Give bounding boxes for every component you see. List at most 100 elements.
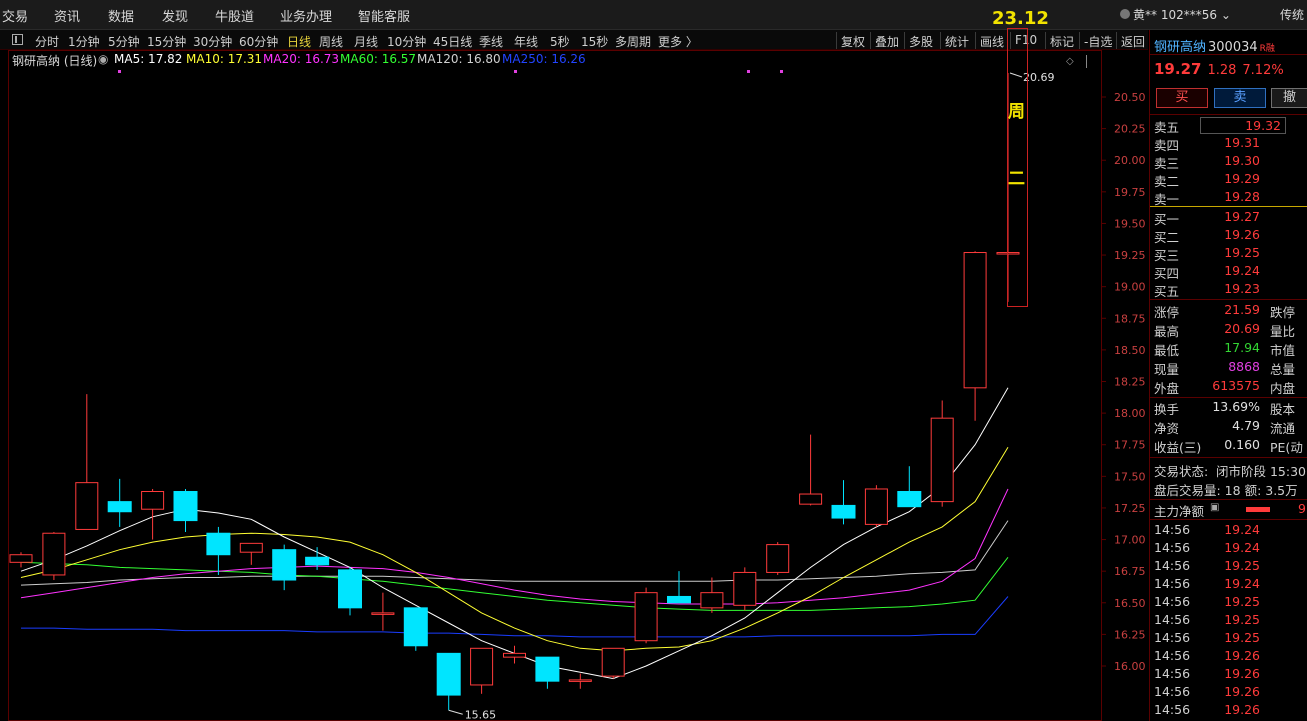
tick-price: 19.26 <box>1224 648 1260 663</box>
ask-row[interactable]: 卖一 19.28 <box>1150 189 1307 207</box>
tool-button-2[interactable]: 多股 <box>904 32 937 49</box>
candle-body-down <box>535 656 560 682</box>
tick-price: 19.24 <box>1224 576 1260 591</box>
tool-button-0[interactable]: 复权 <box>836 32 869 49</box>
tick-row[interactable]: 14:56 19.26 <box>1150 684 1307 702</box>
stat-row[interactable]: 收益(三) 0.160 PE(动 <box>1150 437 1307 455</box>
chart-frame <box>8 50 1102 721</box>
period-tab-5[interactable]: 60分钟 <box>239 33 278 50</box>
stat-row[interactable]: 换手 13.69% 股本 <box>1150 399 1307 417</box>
candle-body-up <box>470 647 494 686</box>
tick-row[interactable]: 14:56 19.26 <box>1150 666 1307 684</box>
bid-row[interactable]: 买三 19.25 <box>1150 245 1307 263</box>
main-flow-row[interactable]: 主力净额 ▣ 9 <box>1150 501 1307 519</box>
tick-row[interactable]: 14:56 19.25 <box>1150 630 1307 648</box>
tool-button-7[interactable]: -自选 <box>1079 32 1116 49</box>
tool-button-4[interactable]: 画线 <box>975 32 1008 49</box>
period-tab-8[interactable]: 月线 <box>354 33 378 50</box>
ma10-line <box>20 447 1009 652</box>
cancel-order-button[interactable]: 撤 <box>1271 88 1307 108</box>
period-tab-2[interactable]: 5分钟 <box>108 33 140 50</box>
tick-row[interactable]: 14:56 19.25 <box>1150 558 1307 576</box>
trade-status-row[interactable]: 交易状态: 闭市阶段 15:30 <box>1150 461 1307 479</box>
traditional-toggle[interactable]: 传统 <box>1280 6 1304 23</box>
tick-price: 19.24 <box>1224 522 1260 537</box>
tick-row[interactable]: 14:56 19.24 <box>1150 522 1307 540</box>
tool-button-6[interactable]: 标记 <box>1045 32 1078 49</box>
period-tab-9[interactable]: 10分钟 <box>387 33 426 50</box>
tick-row[interactable]: 14:56 19.25 <box>1150 594 1307 612</box>
period-tab-11[interactable]: 季线 <box>479 33 503 50</box>
period-tab-12[interactable]: 年线 <box>514 33 538 50</box>
period-tab-6[interactable]: 日线 <box>287 33 311 50</box>
y-tick-label: 20.00 <box>1114 154 1146 167</box>
stat-row[interactable]: 外盘 613575 内盘 <box>1150 378 1307 396</box>
period-tab-3[interactable]: 15分钟 <box>147 33 186 50</box>
candle-body-down <box>173 491 198 522</box>
period-tab-7[interactable]: 周线 <box>319 33 343 50</box>
menu-service[interactable]: 智能客服 <box>358 6 410 25</box>
ask-row[interactable]: 卖五 19.32 <box>1150 117 1307 135</box>
y-tick-label: 19.50 <box>1114 217 1146 230</box>
tick-row[interactable]: 14:56 19.24 <box>1150 540 1307 558</box>
bid-row[interactable]: 买四 19.24 <box>1150 263 1307 281</box>
period-tab-13[interactable]: 5秒 <box>550 33 570 50</box>
menu-trade[interactable]: 交易 <box>2 6 28 25</box>
tick-price: 19.25 <box>1224 594 1260 609</box>
stat-row[interactable]: 涨停 21.59 跌停 <box>1150 302 1307 320</box>
bid-row[interactable]: 买一 19.27 <box>1150 209 1307 227</box>
user-account-menu[interactable]: 黄** 102***56 ⌄ <box>1120 6 1231 23</box>
menu-data[interactable]: 数据 <box>108 6 134 25</box>
bid-label: 买一 <box>1154 212 1180 227</box>
candle-body-up <box>42 532 66 576</box>
candle-body-up <box>799 493 823 505</box>
kline-chart[interactable]: ◇20.5020.2520.0019.7519.5019.2519.0018.7… <box>0 50 1148 721</box>
menu-niugudao[interactable]: 牛股道 <box>215 6 254 25</box>
period-tab-4[interactable]: 30分钟 <box>193 33 232 50</box>
y-tick-label: 16.75 <box>1114 565 1146 578</box>
period-tab-16[interactable]: 更多 〉 <box>658 33 698 50</box>
tool-button-8[interactable]: 返回 <box>1116 32 1149 49</box>
tick-row[interactable]: 14:56 19.26 <box>1150 702 1307 720</box>
tool-button-3[interactable]: 统计 <box>940 32 973 49</box>
main-flow-value: 9 <box>1298 501 1306 516</box>
tool-button-1[interactable]: 叠加 <box>870 32 903 49</box>
bid-row[interactable]: 买五 19.23 <box>1150 281 1307 299</box>
stat-row[interactable]: 净资 4.79 流通 <box>1150 418 1307 436</box>
week-char-2: 二 <box>1008 169 1025 189</box>
ma20-label: MA20: 16.73 <box>263 52 340 66</box>
ask-row[interactable]: 卖三 19.30 <box>1150 153 1307 171</box>
y-tick-label: 16.50 <box>1114 597 1146 610</box>
tick-row[interactable]: 14:56 19.24 <box>1150 576 1307 594</box>
user-account: 102***56 <box>1160 8 1218 22</box>
sell-button[interactable]: 卖 <box>1214 88 1266 108</box>
candle-body-up <box>9 554 33 563</box>
tick-row[interactable]: 14:56 19.26 <box>1150 648 1307 666</box>
stat-row[interactable]: 最高 20.69 量比 <box>1150 321 1307 339</box>
week-price-label: 23.12 <box>992 8 1049 29</box>
ma5-label: MA5: 17.82 <box>114 52 183 66</box>
period-tab-0[interactable]: 分时 <box>35 33 59 50</box>
stat-row[interactable]: 最低 17.94 市值 <box>1150 340 1307 358</box>
sidebar-toggle-icon[interactable] <box>12 34 23 45</box>
menu-business[interactable]: 业务办理 <box>280 6 332 25</box>
y-tick-label: 18.25 <box>1114 376 1146 389</box>
buy-button[interactable]: 买 <box>1156 88 1208 108</box>
period-tab-1[interactable]: 1分钟 <box>68 33 100 50</box>
menu-discover[interactable]: 发现 <box>162 6 188 25</box>
period-tab-15[interactable]: 多周期 <box>615 33 651 50</box>
stat-value: 21.59 <box>1224 302 1260 317</box>
flow-icon[interactable]: ▣ <box>1210 502 1219 513</box>
stat-value: 17.94 <box>1224 340 1260 355</box>
ask-row[interactable]: 卖四 19.31 <box>1150 135 1307 153</box>
ask-row[interactable]: 卖二 19.29 <box>1150 171 1307 189</box>
stat-row[interactable]: 现量 8868 总量 <box>1150 359 1307 377</box>
menu-news[interactable]: 资讯 <box>54 6 80 25</box>
period-tab-10[interactable]: 45日线 <box>433 33 472 50</box>
settings-icon[interactable]: ◉ <box>98 52 108 66</box>
bid-row[interactable]: 买二 19.26 <box>1150 227 1307 245</box>
period-tab-14[interactable]: 15秒 <box>581 33 608 50</box>
ask-label: 卖二 <box>1154 174 1180 189</box>
tick-row[interactable]: 14:56 19.25 <box>1150 612 1307 630</box>
after-hours-row[interactable]: 盘后交易量: 18 额: 3.5万 <box>1150 480 1307 498</box>
